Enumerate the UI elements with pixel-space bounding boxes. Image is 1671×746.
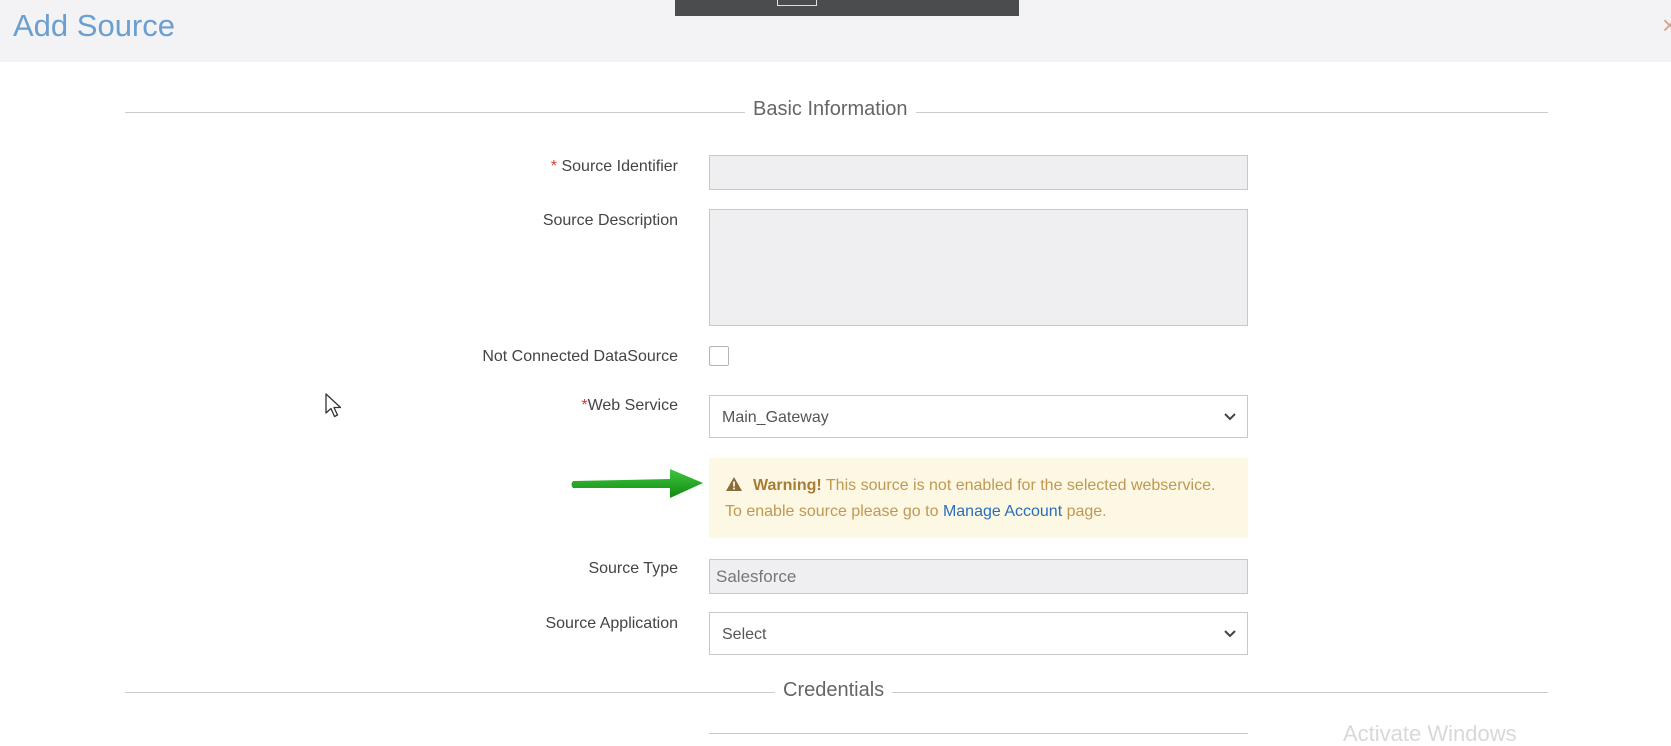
- source-type-label: Source Type: [588, 560, 678, 577]
- warning-title: Warning!: [753, 477, 822, 494]
- warning-message-end: page.: [1062, 503, 1107, 520]
- web-service-label-text: Web Service: [587, 397, 678, 414]
- warning-icon: [726, 477, 742, 491]
- credentials-section-title: Credentials: [775, 678, 893, 702]
- not-connected-label: Not Connected DataSource: [482, 348, 678, 365]
- source-application-select[interactable]: Select: [709, 612, 1248, 655]
- web-service-select[interactable]: Main_Gateway: [709, 395, 1248, 438]
- required-mark: *: [550, 158, 558, 175]
- header-bar: Add Source ×: [0, 0, 1671, 62]
- source-identifier-input[interactable]: [709, 155, 1248, 190]
- credentials-field-edge: [709, 733, 1248, 734]
- basic-section-title: Basic Information: [745, 97, 916, 121]
- web-service-selected-value: Main_Gateway: [722, 409, 829, 426]
- source-description-textarea[interactable]: [709, 209, 1248, 326]
- source-identifier-label: * Source Identifier: [551, 157, 678, 177]
- top-overlay-toolbar: [675, 0, 1019, 16]
- mouse-cursor-icon: [325, 393, 342, 418]
- page-title: Add Source: [13, 8, 175, 43]
- source-application-selected-value: Select: [722, 626, 767, 643]
- source-identifier-label-text: Source Identifier: [561, 158, 678, 175]
- not-connected-checkbox[interactable]: [709, 346, 729, 366]
- source-description-label: Source Description: [542, 212, 678, 229]
- warning-alert: Warning! This source is not enabled for …: [709, 458, 1248, 538]
- chevron-down-icon: [1224, 630, 1236, 638]
- overlay-handle[interactable]: [777, 0, 817, 6]
- arrow-pointer-icon: [571, 469, 703, 498]
- source-type-field: Salesforce: [709, 559, 1248, 594]
- activate-windows-watermark: Activate Windows: [1343, 721, 1517, 746]
- source-application-label: Source Application: [545, 615, 678, 632]
- web-service-label: *Web Service: [581, 396, 678, 416]
- chevron-down-icon: [1224, 413, 1236, 421]
- close-icon[interactable]: ×: [1662, 12, 1671, 38]
- manage-account-link[interactable]: Manage Account: [943, 503, 1062, 520]
